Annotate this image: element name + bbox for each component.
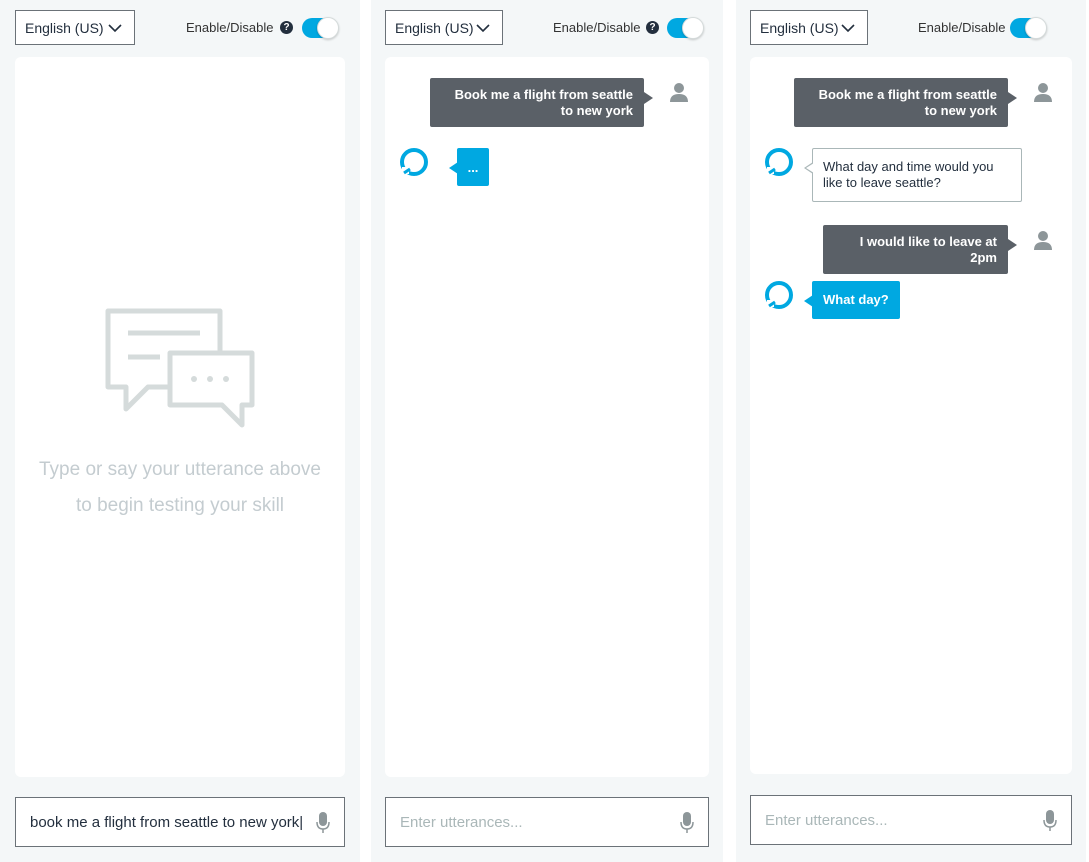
alexa-message: What day? — [804, 281, 900, 319]
language-label: English (US) — [25, 19, 104, 36]
alexa-icon — [765, 281, 793, 309]
microphone-icon[interactable] — [316, 812, 330, 834]
alexa-icon — [765, 148, 793, 176]
chevron-down-icon — [108, 24, 122, 33]
toggle-knob — [317, 17, 339, 39]
chat-area: Book me a flight from seattle to new yor… — [750, 57, 1072, 774]
chat-bubbles-icon — [105, 308, 255, 428]
chevron-down-icon — [841, 24, 855, 33]
toggle-knob — [1025, 17, 1047, 39]
user-message: Book me a flight from seattle to new yor… — [794, 78, 1017, 127]
utterance-input[interactable]: book me a flight from seattle to new yor… — [15, 797, 345, 847]
language-label: English (US) — [395, 19, 474, 36]
user-avatar-icon — [1034, 231, 1052, 250]
utterance-placeholder: Enter utterances... — [400, 813, 523, 831]
help-icon[interactable]: ? — [280, 21, 293, 34]
alexa-icon — [400, 148, 428, 176]
microphone-icon[interactable] — [680, 812, 694, 834]
enable-disable-label: Enable/Disable — [918, 20, 1006, 35]
user-message: Book me a flight from seattle to new yor… — [430, 78, 653, 127]
simulator-panel-conversation: English (US) Enable/Disable Book me a fl… — [736, 0, 1086, 862]
utterance-input[interactable]: Enter utterances... — [750, 795, 1072, 845]
microphone-icon[interactable] — [1043, 810, 1057, 832]
alexa-typing-indicator: ... — [449, 148, 489, 186]
empty-state-line-2: to begin testing your skill — [75, 495, 285, 516]
enable-toggle[interactable] — [667, 17, 704, 39]
utterance-placeholder: Enter utterances... — [765, 811, 888, 829]
user-avatar-icon — [670, 83, 688, 102]
enable-disable-label: Enable/Disable — [186, 20, 274, 35]
enable-disable-label: Enable/Disable — [553, 20, 641, 35]
help-icon[interactable]: ? — [646, 21, 659, 34]
enable-toggle[interactable] — [1010, 17, 1047, 39]
utterance-input-value: book me a flight from seattle to new yor… — [30, 813, 304, 831]
language-dropdown[interactable]: English (US) — [385, 10, 503, 45]
language-dropdown[interactable]: English (US) — [750, 10, 868, 45]
language-dropdown[interactable]: English (US) — [15, 10, 135, 45]
user-message: I would like to leave at 2pm — [823, 225, 1017, 274]
chevron-down-icon — [476, 24, 490, 33]
user-avatar-icon — [1034, 83, 1052, 102]
simulator-panel-empty: English (US) Enable/Disable ? Type or sa… — [0, 0, 360, 862]
simulator-panel-waiting: English (US) Enable/Disable ? Book me a … — [371, 0, 723, 862]
language-label: English (US) — [760, 19, 839, 36]
chat-area: Book me a flight from seattle to new yor… — [385, 57, 709, 777]
utterance-input[interactable]: Enter utterances... — [385, 797, 709, 847]
empty-state-line-1: Type or say your utterance above — [39, 459, 321, 480]
toggle-knob — [682, 17, 704, 39]
enable-toggle[interactable] — [302, 17, 339, 39]
alexa-message: What day and time would you like to leav… — [804, 148, 1022, 202]
